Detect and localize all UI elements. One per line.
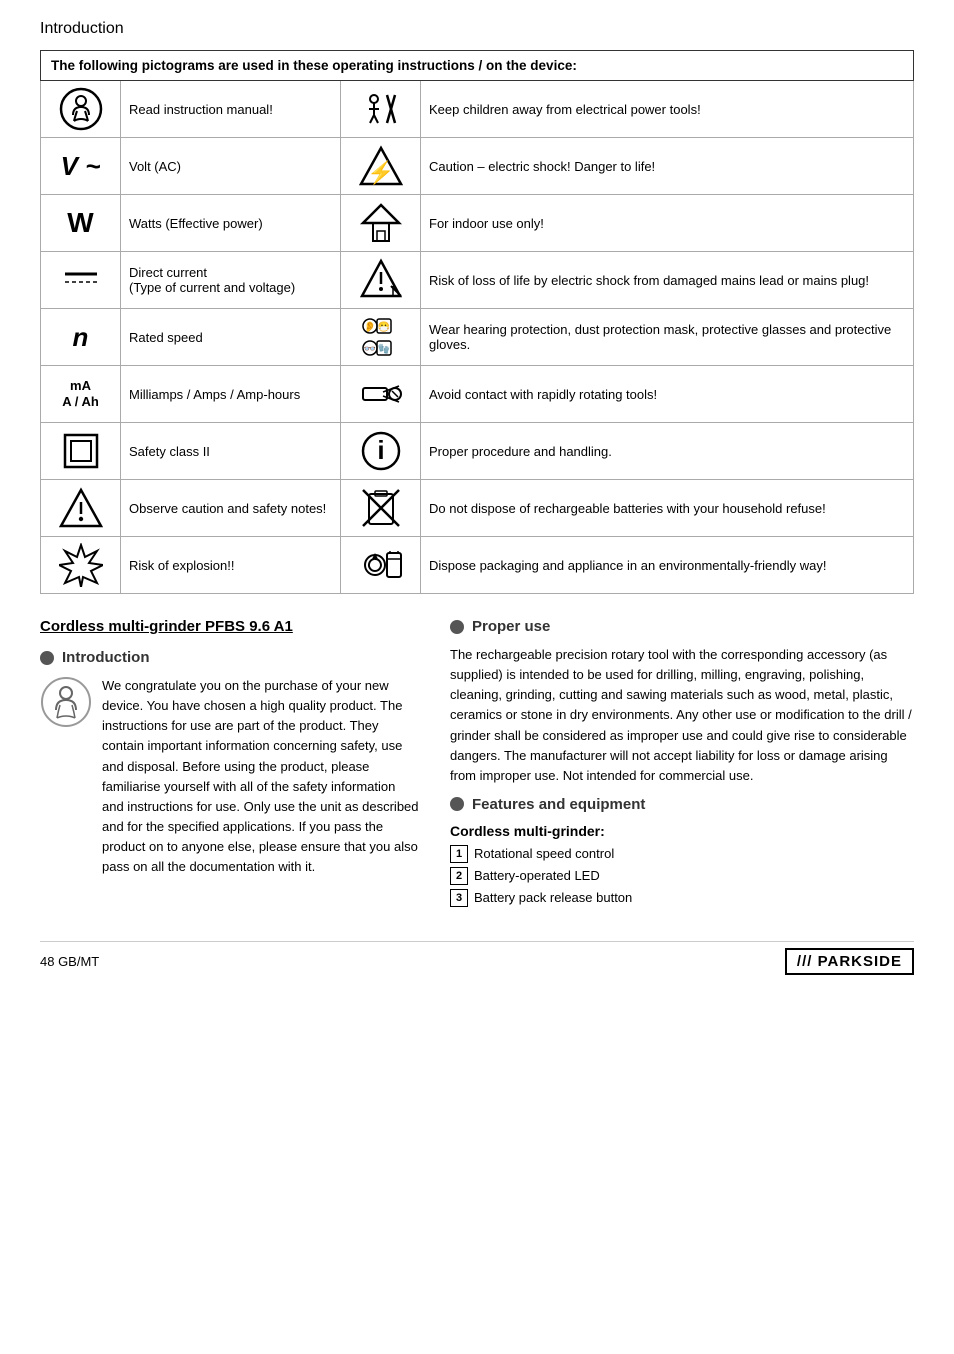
explosion-text: Risk of explosion!! [121,537,341,594]
caution-electric-shock-icon: ⚡ [349,144,412,188]
table-row: Safety class II i Proper procedure and h… [41,423,914,480]
rotating-tools-text: Avoid contact with rapidly rotating tool… [421,366,914,423]
right-column: Proper use The rechargeable precision ro… [450,618,914,911]
table-row: Risk of explosion!! Dispose packaging an… [41,537,914,594]
caution-electric-shock-text: Caution – electric shock! Danger to life… [421,138,914,195]
list-item: 1 Rotational speed control [450,845,914,863]
page-footer: 48 GB/MT /// PARKSIDE [40,941,914,975]
intro-icon [40,676,92,728]
intro-content: We congratulate you on the purchase of y… [40,676,420,877]
watts-icon: W [49,209,112,237]
table-row: Read instruction manual! Keep children a… [41,81,914,138]
item-num-1: 1 [450,845,468,863]
list-item: 3 Battery pack release button [450,889,914,907]
proper-use-text: The rechargeable precision rotary tool w… [450,645,914,786]
rotating-tools-icon [349,372,412,416]
features-heading: Features and equipment [450,796,914,813]
features-list: 1 Rotational speed control 2 Battery-ope… [450,845,914,907]
table-row: mAA / Ah Milliamps / Amps / Amp-hours Av… [41,366,914,423]
caution-notes-icon [49,486,112,530]
direct-current-icon [49,258,112,302]
main-content: Cordless multi-grinder PFBS 9.6 A1 Intro… [40,618,914,911]
table-header: The following pictograms are used in the… [41,51,914,81]
proper-procedure-icon: i [349,429,412,473]
intro-first-para: We congratulate you on the purchase of y… [102,676,420,877]
item-num-2: 2 [450,867,468,885]
table-row: Direct current(Type of current and volta… [41,252,914,309]
hearing-protection-icon: 👂 😷 👓 🧤 [349,315,412,359]
safety-class-text: Safety class II [121,423,341,480]
bullet-dot [40,651,54,665]
item-num-3: 3 [450,889,468,907]
features-subheading: Cordless multi-grinder: [450,823,914,839]
pictogram-table: The following pictograms are used in the… [40,50,914,594]
indoor-use-text: For indoor use only! [421,195,914,252]
table-row: W Watts (Effective power) For indoor use… [41,195,914,252]
direct-current-text: Direct current(Type of current and volta… [121,252,341,309]
volt-ac-text: Volt (AC) [121,138,341,195]
keep-children-away-icon [349,87,412,131]
svg-text:😷: 😷 [377,321,389,333]
safety-class-icon [49,429,112,473]
bullet-dot-2 [450,620,464,634]
hearing-protection-text: Wear hearing protection, dust protection… [421,309,914,366]
proper-use-heading: Proper use [450,618,914,635]
caution-notes-text: Observe caution and safety notes! [121,480,341,537]
watts-text: Watts (Effective power) [121,195,341,252]
list-item: 2 Battery-operated LED [450,867,914,885]
read-manual-text: Read instruction manual! [121,81,341,138]
table-row: Observe caution and safety notes! Do not… [41,480,914,537]
introduction-heading: Introduction [40,649,420,666]
page-header: Introduction [40,20,914,38]
eco-dispose-text: Dispose packaging and appliance in an en… [421,537,914,594]
explosion-icon [49,543,112,587]
svg-text:👂: 👂 [363,320,375,333]
indoor-use-icon [349,201,412,245]
item-text-2: Battery-operated LED [474,868,600,883]
keep-children-away-text: Keep children away from electrical power… [421,81,914,138]
milliamps-text: Milliamps / Amps / Amp-hours [121,366,341,423]
no-dispose-batteries-icon [349,486,412,530]
svg-text:👓: 👓 [363,344,375,355]
svg-text:i: i [377,435,384,465]
volt-ac-icon: V ~ [49,153,112,179]
item-text-3: Battery pack release button [474,890,632,905]
rated-speed-text: Rated speed [121,309,341,366]
no-dispose-batteries-text: Do not dispose of rechargeable batteries… [421,480,914,537]
svg-text:🧤: 🧤 [377,343,389,355]
bullet-dot-3 [450,797,464,811]
parkside-logo: /// PARKSIDE [785,948,914,975]
svg-text:⚡: ⚡ [367,160,394,186]
electric-shock-mains-icon [349,258,412,302]
electric-shock-mains-text: Risk of loss of life by electric shock f… [421,252,914,309]
left-column: Cordless multi-grinder PFBS 9.6 A1 Intro… [40,618,420,911]
table-row: V ~ Volt (AC) ⚡ Caution – electric shock… [41,138,914,195]
read-manual-icon [49,87,112,131]
product-title: Cordless multi-grinder PFBS 9.6 A1 [40,618,420,635]
eco-dispose-icon [349,543,412,587]
page-number: 48 GB/MT [40,954,99,969]
table-row: n Rated speed 👂 😷 👓 🧤 [41,309,914,366]
rated-speed-icon: n [49,324,112,350]
proper-procedure-text: Proper procedure and handling. [421,423,914,480]
milliamps-icon: mAA / Ah [49,378,112,409]
item-text-1: Rotational speed control [474,846,614,861]
